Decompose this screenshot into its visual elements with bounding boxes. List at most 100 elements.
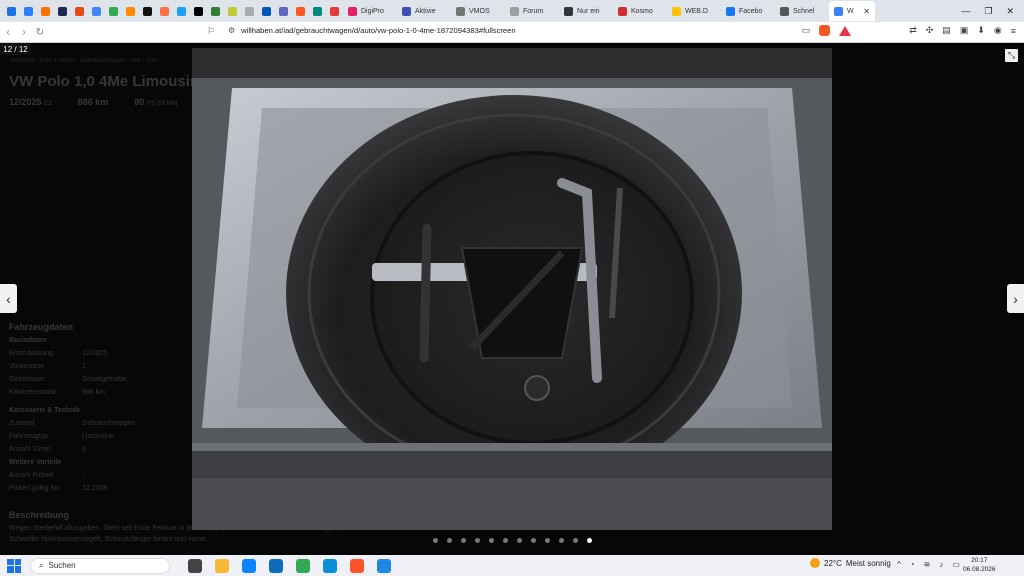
- browser-tab[interactable]: Nur ein: [559, 1, 613, 21]
- tab-label: W: [847, 7, 854, 15]
- chevron-up-icon[interactable]: ^: [897, 560, 901, 569]
- vpn-icon[interactable]: ◉: [994, 25, 1002, 36]
- active-browser-tab[interactable]: W ✕: [829, 1, 875, 21]
- maximize-icon[interactable]: ❐: [984, 6, 992, 17]
- browser-tab[interactable]: [190, 1, 207, 21]
- browser-tab[interactable]: [20, 1, 37, 21]
- pagination-dot[interactable]: [531, 538, 536, 543]
- close-window-icon[interactable]: ✕: [1006, 6, 1014, 17]
- tab-favicon-icon: [510, 6, 519, 16]
- browser-tab[interactable]: [122, 1, 139, 21]
- menu-icon[interactable]: ≡: [1011, 26, 1016, 36]
- sidebar-icon[interactable]: ▤: [942, 25, 951, 36]
- pagination-dot[interactable]: [517, 538, 522, 543]
- browser-tab[interactable]: [207, 1, 224, 21]
- browser-tab[interactable]: [139, 1, 156, 21]
- network-icon[interactable]: ◔: [910, 560, 915, 569]
- spec-value: Gebrauchtwagen: [82, 420, 136, 427]
- browser-tab[interactable]: Schnel: [775, 1, 829, 21]
- tab-favicon-icon: [618, 6, 627, 16]
- forward-icon[interactable]: ›: [16, 27, 32, 38]
- extensions-icon[interactable]: ✣: [926, 25, 934, 36]
- back-icon[interactable]: ‹: [0, 27, 16, 38]
- browser-tab[interactable]: WEB.D: [667, 1, 721, 21]
- next-image-button[interactable]: ›: [1007, 284, 1024, 313]
- browser-tab[interactable]: Kosmo: [613, 1, 667, 21]
- clock-time: 20:17: [971, 557, 988, 564]
- pagination-dot[interactable]: [475, 538, 480, 543]
- pagination-dot[interactable]: [461, 538, 466, 543]
- edge-icon[interactable]: [323, 558, 337, 573]
- reload-icon[interactable]: ↻: [32, 27, 48, 38]
- browser-tab[interactable]: Aktivie: [397, 1, 451, 21]
- clock[interactable]: 20:17 06.08.2026: [963, 556, 996, 574]
- pagination-dot[interactable]: [573, 538, 578, 543]
- minimize-icon[interactable]: —: [961, 6, 970, 17]
- tab-favicon-icon: [245, 6, 254, 16]
- pagination-dots: [433, 538, 592, 543]
- browser-tab[interactable]: VMOS: [451, 1, 505, 21]
- wifi-icon[interactable]: ≋: [924, 560, 931, 569]
- browser-tab[interactable]: [309, 1, 326, 21]
- browser-tab[interactable]: [326, 1, 343, 21]
- exit-fullscreen-icon[interactable]: ⤡: [1005, 49, 1018, 62]
- downloads-icon[interactable]: ⬇: [977, 25, 985, 36]
- pagination-dot[interactable]: [545, 538, 550, 543]
- tab-favicon-icon: [279, 6, 288, 16]
- browser-tab[interactable]: [241, 1, 258, 21]
- tab-favicon-icon: [348, 6, 357, 16]
- pagination-dot[interactable]: [447, 538, 452, 543]
- tab-favicon-icon: [58, 6, 67, 16]
- chrome-icon[interactable]: [296, 558, 310, 573]
- browser-tab[interactable]: [275, 1, 292, 21]
- app-blue-icon[interactable]: [377, 558, 391, 573]
- browser-tab[interactable]: Forum: [505, 1, 559, 21]
- cast-icon[interactable]: ▭: [802, 25, 811, 36]
- tab-label: Schnel: [793, 7, 815, 15]
- weather-widget[interactable]: 22°C Meist sonnig: [810, 558, 891, 568]
- tab-label: Kosmo: [631, 7, 653, 15]
- pagination-dot[interactable]: [503, 538, 508, 543]
- browser-tab[interactable]: Facebo: [721, 1, 775, 21]
- volume-icon[interactable]: ♪: [939, 560, 943, 569]
- browser-tab[interactable]: [3, 1, 20, 21]
- browser-tab[interactable]: [258, 1, 275, 21]
- pagination-dot[interactable]: [559, 538, 564, 543]
- task-view-icon[interactable]: [188, 558, 202, 573]
- tab-favicon-icon: [330, 6, 339, 16]
- taskbar-search[interactable]: ⌕ Suchen: [30, 557, 170, 574]
- windows-start-icon[interactable]: [7, 558, 21, 573]
- browser-tab[interactable]: [37, 1, 54, 21]
- previous-image-button[interactable]: ‹: [0, 284, 17, 313]
- outlook-icon[interactable]: [269, 558, 283, 573]
- pagination-dot[interactable]: [433, 538, 438, 543]
- browser-tab[interactable]: DigiPro: [343, 1, 397, 21]
- browser-tab[interactable]: [173, 1, 190, 21]
- brave-rewards-icon[interactable]: [839, 25, 852, 36]
- browser-tab[interactable]: [88, 1, 105, 21]
- tab-label: Forum: [523, 7, 544, 15]
- close-tab-icon[interactable]: ✕: [863, 7, 870, 16]
- store-icon[interactable]: [242, 558, 256, 573]
- wallet-icon[interactable]: ▣: [960, 25, 969, 36]
- pagination-dot[interactable]: [587, 538, 592, 543]
- browser-tab[interactable]: [224, 1, 241, 21]
- battery-icon[interactable]: ▭: [952, 560, 960, 569]
- brave-icon[interactable]: [350, 558, 364, 573]
- browser-tab[interactable]: [156, 1, 173, 21]
- trunk-top-edge: [192, 48, 832, 78]
- pagination-dot[interactable]: [489, 538, 494, 543]
- translate-icon[interactable]: ⇄: [909, 25, 917, 36]
- tab-favicon-icon: [262, 6, 271, 16]
- brave-shields-icon[interactable]: [819, 25, 831, 36]
- spec-row: Vorbesitzer 1: [9, 363, 86, 370]
- browser-tab[interactable]: [292, 1, 309, 21]
- bookmark-icon[interactable]: ⚐: [207, 26, 215, 37]
- url-field[interactable]: ⚙ willhaben.at/iad/gebrauchtwagen/d/auto…: [228, 26, 516, 35]
- spec-row: Getriebeart Schaltgetriebe: [9, 376, 127, 383]
- browser-tab[interactable]: [71, 1, 88, 21]
- browser-tab[interactable]: [105, 1, 122, 21]
- file-explorer-icon[interactable]: [215, 558, 229, 573]
- site-info-icon[interactable]: ⚙: [228, 26, 235, 35]
- browser-tab[interactable]: [54, 1, 71, 21]
